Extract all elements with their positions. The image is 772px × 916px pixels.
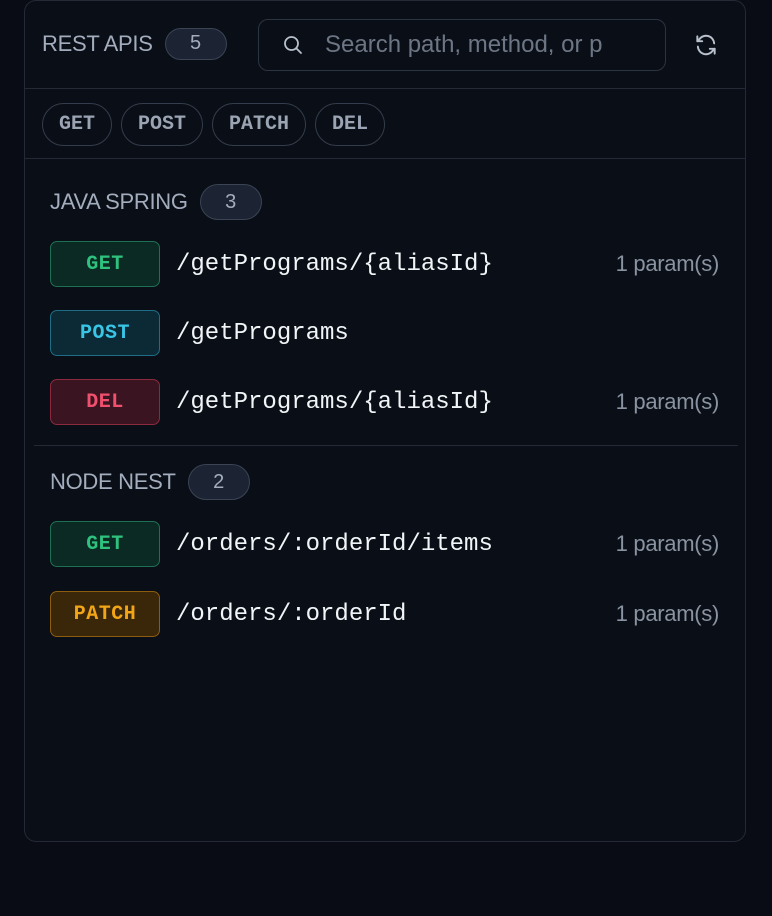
- param-count: 1 param(s): [615, 531, 720, 556]
- group-divider: [34, 445, 738, 446]
- endpoint-path: /orders/:orderId: [176, 600, 407, 628]
- group-count-badge: 3: [199, 184, 262, 220]
- method-badge-get: GET: [50, 521, 160, 567]
- param-count: 1 param(s): [615, 251, 720, 276]
- endpoint-row[interactable]: POST /getPrograms: [25, 310, 745, 356]
- search-input[interactable]: [325, 31, 643, 59]
- endpoint-row[interactable]: DEL /getPrograms/{aliasId} 1 param(s): [25, 379, 745, 425]
- filter-chip-get[interactable]: GET: [42, 103, 113, 146]
- method-filter-bar: GET POST PATCH DEL: [25, 89, 745, 159]
- endpoint-row[interactable]: GET /orders/:orderId/items 1 param(s): [25, 521, 745, 567]
- endpoint-path: /getPrograms: [176, 319, 349, 347]
- panel-title: REST APIS: [42, 30, 153, 56]
- filter-chip-del[interactable]: DEL: [315, 103, 386, 146]
- endpoint-path: /getPrograms/{aliasId}: [176, 250, 493, 278]
- method-badge-del: DEL: [50, 379, 160, 425]
- group-title: NODE NEST: [50, 469, 176, 494]
- rest-apis-panel: REST APIS 5 GET POST PATCH DEL JAVA SPRI…: [24, 0, 746, 842]
- param-count: 1 param(s): [615, 389, 720, 414]
- panel-header: REST APIS 5: [25, 1, 745, 89]
- group-count-badge: 2: [187, 464, 250, 500]
- method-badge-get: GET: [50, 241, 160, 287]
- endpoint-path: /getPrograms/{aliasId}: [176, 388, 493, 416]
- api-count-badge: 5: [164, 27, 227, 60]
- group-header-java-spring: JAVA SPRING 3: [25, 182, 262, 222]
- refresh-icon[interactable]: [693, 32, 719, 58]
- group-header-node-nest: NODE NEST 2: [25, 462, 250, 502]
- endpoint-path: /orders/:orderId/items: [176, 530, 493, 558]
- search-box[interactable]: [258, 19, 666, 71]
- param-count: 1 param(s): [615, 601, 720, 626]
- method-badge-post: POST: [50, 310, 160, 356]
- search-icon: [284, 36, 302, 54]
- filter-chip-patch[interactable]: PATCH: [212, 103, 307, 146]
- endpoint-row[interactable]: GET /getPrograms/{aliasId} 1 param(s): [25, 241, 745, 287]
- endpoint-row[interactable]: PATCH /orders/:orderId 1 param(s): [25, 591, 745, 637]
- filter-chip-post[interactable]: POST: [121, 103, 204, 146]
- group-title: JAVA SPRING: [50, 189, 188, 214]
- method-badge-patch: PATCH: [50, 591, 160, 637]
